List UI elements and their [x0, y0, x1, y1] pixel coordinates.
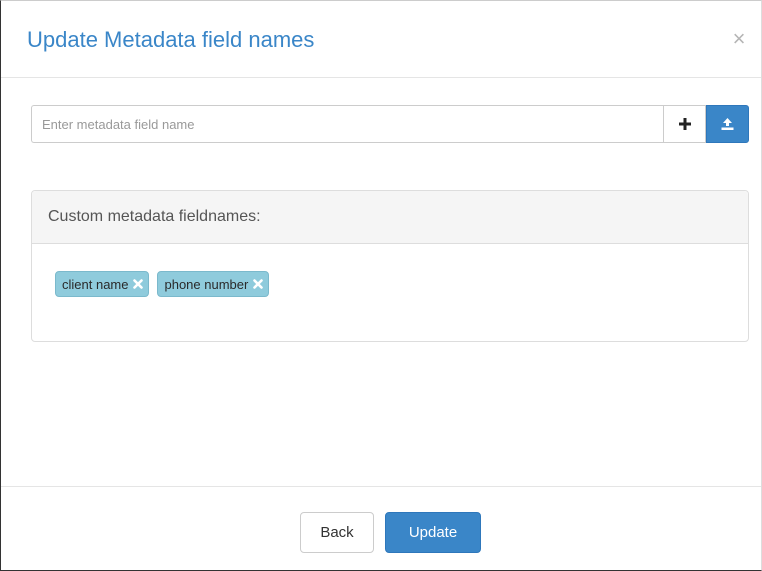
dialog-title: Update Metadata field names — [27, 27, 315, 52]
x-icon — [133, 279, 144, 289]
dialog-header: Update Metadata field names × — [1, 1, 761, 78]
update-button[interactable]: Update — [385, 512, 481, 553]
plus-icon — [678, 118, 691, 130]
field-name-input-group — [31, 105, 749, 143]
back-button[interactable]: Back — [300, 512, 374, 553]
dialog-footer: Back Update — [1, 486, 761, 571]
panel-heading: Custom metadata fieldnames: — [32, 191, 748, 244]
remove-tag-button[interactable] — [252, 278, 264, 290]
close-icon: × — [732, 26, 746, 51]
upload-icon — [721, 118, 734, 130]
metadata-tag: client name — [55, 271, 150, 297]
add-field-button[interactable] — [663, 105, 706, 143]
tag-label: phone number — [164, 276, 249, 292]
remove-tag-button[interactable] — [132, 278, 144, 290]
update-metadata-dialog: Update Metadata field names × Custom met… — [0, 0, 762, 571]
metadata-tag: phone number — [157, 271, 270, 297]
custom-fields-panel: Custom metadata fieldnames: client name … — [31, 190, 749, 342]
upload-button[interactable] — [706, 105, 749, 143]
tag-list: client name phone number — [32, 244, 748, 324]
tag-label: client name — [62, 276, 129, 292]
x-icon — [253, 279, 264, 289]
metadata-field-name-input[interactable] — [31, 105, 663, 143]
close-button[interactable]: × — [727, 27, 751, 51]
